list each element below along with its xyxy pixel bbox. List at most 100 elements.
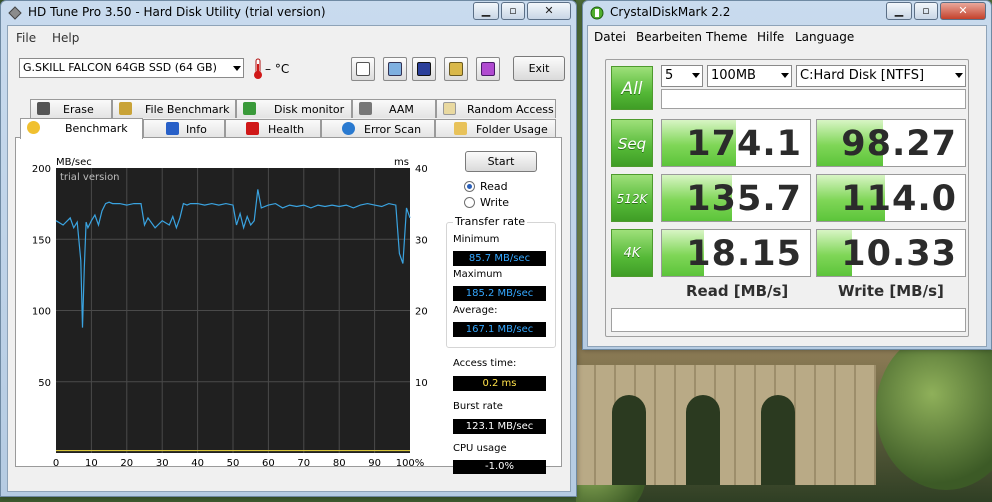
cdm-titlebar[interactable]: CrystalDiskMark 2.2 ▁ ▫ ✕ [583, 1, 991, 25]
tab-label: File Benchmark [145, 103, 230, 116]
512k-test-button[interactable]: 512K [611, 174, 653, 222]
minimize-button[interactable]: ▁ [473, 2, 499, 20]
burst-rate-label: Burst rate [453, 401, 503, 412]
menu-file[interactable]: File [16, 31, 36, 45]
close-button[interactable]: ✕ [940, 2, 986, 20]
crystaldiskmark-window: CrystalDiskMark 2.2 ▁ ▫ ✕ Datei Bearbeit… [582, 0, 992, 350]
hdtune-titlebar[interactable]: HD Tune Pro 3.50 - Hard Disk Utility (tr… [1, 1, 576, 25]
menu-help[interactable]: Help [52, 31, 79, 45]
runs-select[interactable]: 5 [661, 65, 703, 87]
y-left-tick-label: 100 [32, 307, 51, 318]
tab-disk-monitor[interactable]: Disk monitor [236, 99, 352, 118]
tab-info[interactable]: Info [143, 119, 225, 138]
average-label: Average: [453, 305, 498, 316]
menu-bearbeiten[interactable]: Bearbeiten [636, 30, 702, 44]
average-value: 167.1 MB/sec [453, 322, 546, 337]
transfer-rate-title: Transfer rate [453, 215, 528, 228]
chevron-down-icon [955, 73, 963, 78]
4k-write-value: 10.33 [841, 234, 957, 274]
info-icon [166, 122, 179, 135]
start-button[interactable]: Start [465, 151, 537, 172]
menu-hilfe[interactable]: Hilfe [757, 30, 784, 44]
exit-button[interactable]: Exit [513, 56, 565, 81]
copy-screenshot-button[interactable] [383, 57, 407, 81]
512k-write-value: 114.0 [841, 179, 957, 219]
minimum-label: Minimum [453, 234, 500, 245]
download-button[interactable] [476, 57, 500, 81]
tab-folder-usage[interactable]: Folder Usage [435, 119, 556, 138]
copy-info-button[interactable] [351, 57, 375, 81]
y-right-unit: ms [394, 157, 409, 168]
write-column-header: Write [MB/s] [838, 282, 944, 300]
maximize-button[interactable]: ▫ [914, 2, 938, 20]
x-tick-label: 40 [191, 458, 204, 468]
tree-foliage [876, 330, 992, 490]
y-right-tick-label: 10 [415, 378, 428, 389]
target-drive-select[interactable]: C:Hard Disk [NTFS] [796, 65, 966, 87]
menu-language[interactable]: Language [795, 30, 854, 44]
x-tick-label: 90 [368, 458, 381, 468]
tab-aam[interactable]: AAM [352, 99, 436, 118]
tab-error-scan[interactable]: Error Scan [321, 119, 435, 138]
512k-read-result: 135.7 [661, 174, 811, 222]
runs-value: 5 [665, 68, 674, 83]
y-right-tick-label: 20 [415, 307, 428, 318]
health-cross-icon [246, 122, 259, 135]
random-access-icon [443, 102, 456, 115]
options-button[interactable] [444, 57, 468, 81]
tab-label: Folder Usage [476, 123, 548, 136]
tab-benchmark[interactable]: Benchmark [20, 118, 143, 139]
save-button[interactable] [412, 57, 436, 81]
tab-label: Health [268, 123, 305, 136]
menu-datei[interactable]: Datei [594, 30, 626, 44]
read-radio-label: Read [480, 180, 508, 193]
folder-icon [454, 122, 467, 135]
wrench-icon [449, 62, 463, 76]
tab-label: Info [186, 123, 207, 136]
benchmark-panel: 200 150 100 50 40 30 20 10 0 10 20 30 40 50 60 70 80 90… [15, 137, 562, 474]
menu-theme[interactable]: Theme [706, 30, 747, 44]
tab-label: Random Access [467, 103, 554, 116]
radio-dot [464, 197, 475, 208]
seq-write-value: 98.27 [841, 124, 957, 164]
seq-test-button[interactable]: Seq [611, 119, 653, 167]
chevron-down-icon [781, 73, 789, 78]
copy-image-icon [388, 62, 402, 76]
4k-test-button[interactable]: 4K [611, 229, 653, 277]
tab-health[interactable]: Health [225, 119, 321, 138]
maximize-button[interactable]: ▫ [501, 2, 525, 20]
bridge-arch [612, 395, 646, 485]
maximum-label: Maximum [453, 269, 503, 280]
x-tick-label: 0 [53, 458, 59, 468]
magnifier-icon [342, 122, 355, 135]
minimize-button[interactable]: ▁ [886, 2, 912, 20]
window-title: HD Tune Pro 3.50 - Hard Disk Utility (tr… [28, 5, 326, 19]
window-title: CrystalDiskMark 2.2 [610, 5, 731, 19]
lightbulb-icon [27, 121, 40, 134]
all-button[interactable]: All [611, 66, 653, 110]
tab-random-access[interactable]: Random Access [436, 99, 556, 118]
cpu-usage-label: CPU usage [453, 443, 507, 454]
minimum-value: 85.7 MB/sec [453, 251, 546, 266]
floppy-disk-icon [417, 62, 431, 76]
test-size-value: 100MB [711, 68, 756, 83]
y-left-tick-label: 200 [32, 164, 51, 175]
tab-erase[interactable]: Erase [30, 99, 112, 118]
benchmark-graph: 200 150 100 50 40 30 20 10 0 10 20 30 40 50 60 70 80 90… [32, 157, 428, 468]
target-drive-value: C:Hard Disk [NTFS] [800, 68, 925, 83]
4k-read-value: 18.15 [686, 234, 802, 274]
comment-field[interactable] [611, 308, 966, 332]
thermometer-icon [254, 58, 262, 79]
test-size-select[interactable]: 100MB [707, 65, 792, 87]
drive-select[interactable]: G.SKILL FALCON 64GB SSD (64 GB) [19, 58, 244, 78]
speaker-icon [359, 102, 372, 115]
access-time-value: 0.2 ms [453, 376, 546, 391]
x-tick-label: 50 [227, 458, 240, 468]
chevron-down-icon [692, 73, 700, 78]
close-button[interactable]: ✕ [527, 2, 571, 20]
radio-dot [464, 181, 475, 192]
y-axis-left: 200 150 100 50 [32, 164, 51, 389]
y-left-tick-label: 150 [32, 235, 51, 246]
x-tick-label: 20 [120, 458, 133, 468]
tab-file-benchmark[interactable]: File Benchmark [112, 99, 236, 118]
